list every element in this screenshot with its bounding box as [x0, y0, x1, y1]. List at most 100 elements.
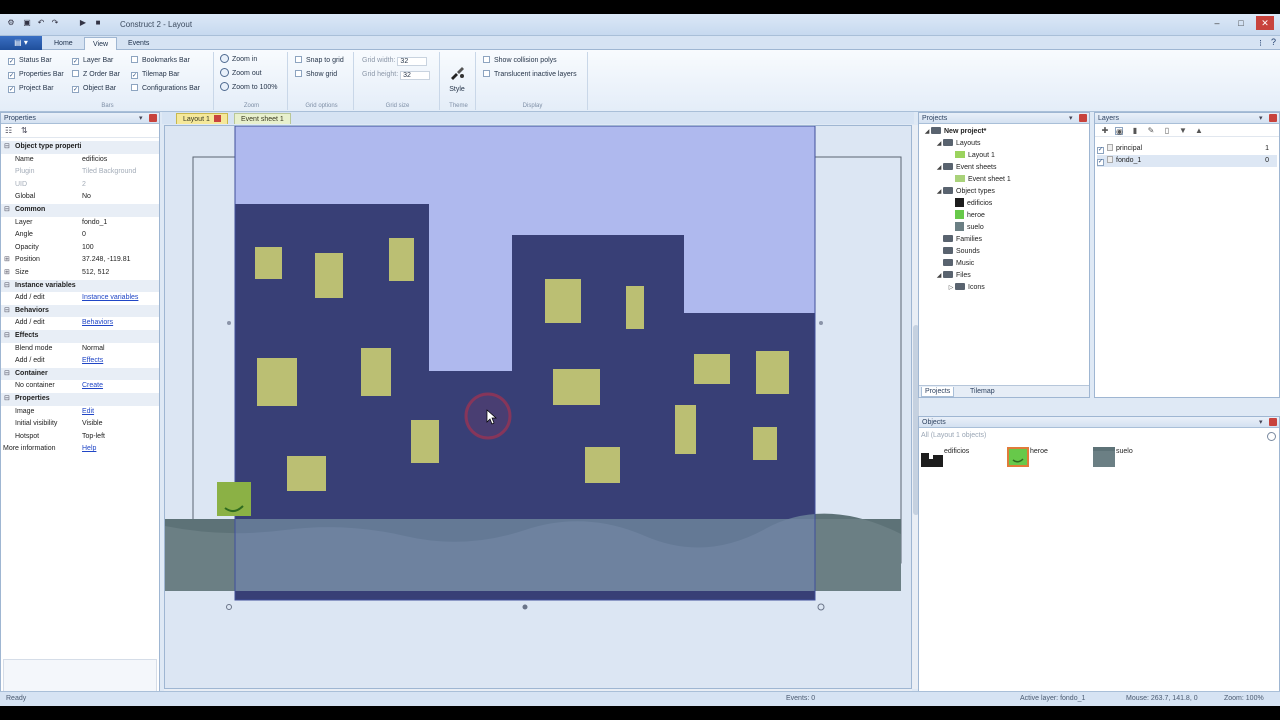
tab-home[interactable]: Home — [46, 37, 81, 50]
move-down-icon[interactable]: ▼ — [1179, 127, 1187, 135]
property-section[interactable]: ⊟ Container — [1, 367, 159, 381]
tree-item[interactable]: Families — [935, 234, 982, 246]
edit-layer-icon[interactable]: ✎ — [1147, 127, 1155, 135]
snap-to-grid-checkbox[interactable]: Snap to grid — [295, 55, 344, 66]
z-order-bar-checkbox[interactable]: Z Order Bar — [72, 69, 120, 80]
property-section[interactable]: ⊟ Behaviors — [1, 304, 159, 318]
property-row[interactable]: More information Help — [1, 443, 159, 456]
settings-icon[interactable]: ⁝ — [1259, 38, 1262, 49]
zoom-icon[interactable] — [1267, 432, 1276, 441]
sort-az-icon[interactable]: ⇅ — [21, 126, 28, 135]
show-layer-icon[interactable]: ◉ — [1115, 127, 1123, 136]
pin-icon[interactable]: ▾ — [1259, 418, 1263, 426]
add-layer-icon[interactable]: ✚ — [1101, 127, 1109, 135]
tree-expander-icon[interactable]: ◢ — [935, 270, 943, 282]
property-row[interactable]: Initial visibility Visible — [1, 418, 159, 431]
object-heroe[interactable]: heroe — [1007, 447, 1048, 469]
lock-layer-icon[interactable]: ▮ — [1131, 127, 1139, 135]
property-row[interactable]: Angle 0 — [1, 229, 159, 242]
pin-icon[interactable]: ▾ — [1259, 114, 1263, 122]
layer-bar-checkbox[interactable]: ✓ Layer Bar — [72, 55, 113, 66]
tab-layout-1[interactable]: Layout 1 — [176, 113, 228, 124]
tab-projects[interactable]: Projects — [921, 387, 955, 397]
close-panel-icon[interactable] — [1079, 114, 1087, 122]
tab-tilemap[interactable]: Tilemap — [967, 387, 998, 397]
property-row[interactable]: No container Create — [1, 380, 159, 393]
redo-icon[interactable]: ↷ — [50, 18, 60, 28]
debug-icon[interactable]: ■ — [93, 18, 103, 28]
show-grid-checkbox[interactable]: Show grid — [295, 69, 337, 80]
tree-item[interactable]: ◢ Event sheets — [935, 162, 996, 174]
property-link[interactable]: Edit — [82, 408, 94, 415]
tree-expander-icon[interactable]: ▷ — [947, 282, 955, 294]
tab-events[interactable]: Events — [120, 37, 157, 50]
close-icon[interactable]: ✕ — [1256, 16, 1274, 30]
tree-item[interactable]: ◢ Layouts — [935, 138, 981, 150]
app-icon[interactable]: ⚙ — [6, 18, 16, 28]
show-collision-polys-checkbox[interactable]: Show collision polys — [483, 55, 557, 66]
property-link[interactable]: Create — [82, 382, 103, 389]
property-link[interactable]: Behaviors — [82, 319, 113, 326]
undo-icon[interactable]: ↶ — [36, 18, 46, 28]
properties-bar-checkbox[interactable]: ✓ Properties Bar — [8, 69, 64, 80]
tree-item[interactable]: Music — [935, 258, 974, 270]
pin-icon[interactable]: ▾ — [1069, 114, 1073, 122]
status-bar-checkbox[interactable]: ✓ Status Bar — [8, 55, 52, 66]
property-section[interactable]: ⊟ Effects — [1, 330, 159, 343]
property-row[interactable]: Opacity 100 — [1, 242, 159, 255]
tree-expander-icon[interactable]: ◢ — [935, 186, 943, 198]
property-row[interactable]: Blend mode Normal — [1, 343, 159, 356]
layer-visible-checkbox[interactable]: ✓ — [1097, 147, 1104, 154]
expand-icon[interactable]: ⊞ — [4, 254, 10, 266]
property-link[interactable]: Help — [82, 445, 96, 452]
translucent-inactive-layers-checkbox[interactable]: Translucent inactive layers — [483, 69, 577, 80]
layout-editor-view[interactable] — [164, 125, 912, 689]
collapse-icon[interactable]: ⊟ — [4, 330, 10, 342]
configurations-bar-checkbox[interactable]: Configurations Bar — [131, 83, 200, 94]
collapse-icon[interactable]: ⊟ — [4, 280, 10, 292]
property-row[interactable]: Add / edit Instance variables — [1, 292, 159, 305]
tree-item[interactable]: Sounds — [935, 246, 980, 258]
bookmarks-bar-checkbox[interactable]: Bookmarks Bar — [131, 55, 190, 66]
collapse-icon[interactable]: ⊟ — [4, 141, 10, 153]
close-panel-icon[interactable] — [1269, 114, 1277, 122]
zoom-100-button[interactable]: Zoom to 100% — [220, 82, 278, 94]
tree-item[interactable]: Event sheet 1 — [947, 174, 1011, 186]
collapse-icon[interactable]: ⊟ — [4, 305, 10, 317]
file-menu-button[interactable]: ▤ ▾ — [0, 36, 42, 50]
tree-item[interactable]: ▷ Icons — [947, 282, 985, 294]
property-section[interactable]: ⊟ Instance variables — [1, 279, 159, 293]
tab-view[interactable]: View — [84, 37, 118, 50]
property-row[interactable]: Name edificios — [1, 154, 159, 167]
tree-item[interactable]: ◢ New project* — [923, 126, 986, 138]
resize-handle[interactable] — [819, 321, 823, 325]
style-button[interactable]: Style — [444, 64, 470, 93]
tree-expander-icon[interactable]: ◢ — [935, 138, 943, 150]
help-icon[interactable]: ? — [1271, 37, 1276, 47]
property-link[interactable]: Effects — [82, 357, 103, 364]
project-bar-checkbox[interactable]: ✓ Project Bar — [8, 83, 54, 94]
minimize-icon[interactable]: – — [1208, 16, 1226, 30]
property-section[interactable]: ⊟ Properties — [1, 393, 159, 406]
collapse-icon[interactable]: ⊟ — [4, 393, 10, 405]
tree-item[interactable]: suelo — [947, 222, 984, 234]
tab-event-sheet-1[interactable]: Event sheet 1 — [234, 113, 291, 124]
tree-item[interactable]: ◢ Object types — [935, 186, 995, 198]
tree-expander-icon[interactable]: ◢ — [935, 162, 943, 174]
property-row[interactable]: UID 2 — [1, 179, 159, 192]
object-edificios[interactable]: edificios — [921, 447, 969, 469]
layer-row-principal[interactable]: ✓ principal 1 — [1097, 143, 1277, 155]
property-row[interactable]: ⊞ Position 37.248, -119.81 — [1, 254, 159, 267]
property-row[interactable]: Image Edit — [1, 406, 159, 419]
property-row[interactable]: Plugin Tiled Background — [1, 166, 159, 179]
zoom-out-button[interactable]: Zoom out — [220, 68, 262, 80]
property-row[interactable]: Add / edit Effects — [1, 355, 159, 368]
tilemap-bar-checkbox[interactable]: ✓ Tilemap Bar — [131, 69, 179, 80]
grid-height-input[interactable]: 32 — [400, 71, 431, 80]
tree-item[interactable]: ◢ Files — [935, 270, 971, 282]
property-section[interactable]: ⊟ Object type properties — [1, 141, 159, 154]
object-suelo[interactable]: suelo — [1093, 447, 1133, 469]
tree-item[interactable]: edificios — [947, 198, 992, 210]
maximize-icon[interactable]: □ — [1232, 16, 1250, 30]
property-row[interactable]: Global No — [1, 191, 159, 204]
